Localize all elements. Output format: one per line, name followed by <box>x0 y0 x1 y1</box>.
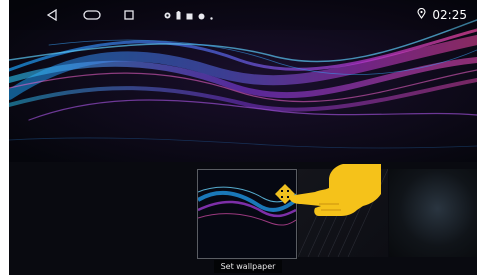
wallpaper-thumbnail-gradient[interactable] <box>389 169 477 257</box>
android-screen: 02:25 Set wallpaper <box>9 0 477 275</box>
home-icon[interactable] <box>82 0 102 30</box>
swipe-gesture-hand-icon <box>275 164 381 216</box>
notification-icons <box>164 10 213 23</box>
location-icon <box>164 10 171 23</box>
status-right: 02:25 <box>417 0 467 30</box>
status-bar: 02:25 <box>9 0 477 30</box>
location-pin-icon <box>417 7 426 22</box>
recents-icon[interactable] <box>122 0 136 30</box>
settings-icon <box>198 10 205 23</box>
set-wallpaper-button[interactable]: Set wallpaper <box>214 260 282 273</box>
back-icon[interactable] <box>45 0 59 30</box>
dot-icon <box>210 10 213 23</box>
battery-icon <box>176 10 181 23</box>
image-icon <box>186 10 193 23</box>
clock: 02:25 <box>432 8 467 22</box>
